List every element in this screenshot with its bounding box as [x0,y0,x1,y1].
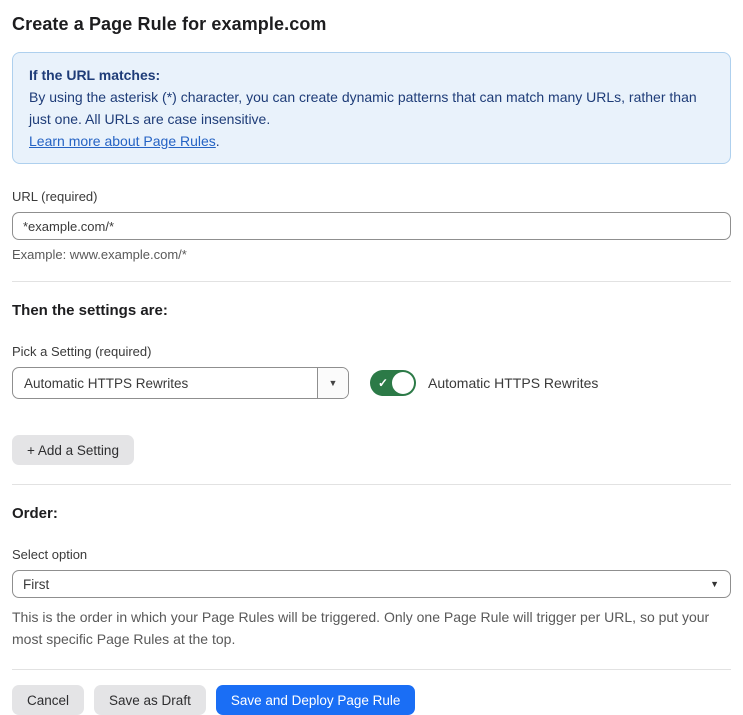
setting-row: Automatic HTTPS Rewrites ▼ ✓ Automatic H… [12,367,731,399]
info-box-body: By using the asterisk (*) character, you… [29,89,697,127]
pick-setting-label: Pick a Setting (required) [12,344,152,359]
url-field-label: URL (required) [12,189,98,204]
setting-dropdown-value: Automatic HTTPS Rewrites [24,375,189,391]
order-helper-text: This is the order in which your Page Rul… [12,609,710,647]
info-box-heading: If the URL matches: [29,67,161,83]
divider [12,669,731,670]
save-and-deploy-button[interactable]: Save and Deploy Page Rule [215,685,416,715]
toggle-label: Automatic HTTPS Rewrites [428,375,599,391]
setting-dropdown[interactable]: Automatic HTTPS Rewrites ▼ [12,367,349,399]
footer-actions: Cancel Save as Draft Save and Deploy Pag… [12,685,731,715]
order-select-value: First [23,576,50,592]
save-as-draft-button[interactable]: Save as Draft [94,685,206,715]
learn-more-link[interactable]: Learn more about Page Rules [29,133,216,149]
https-rewrites-toggle[interactable]: ✓ [370,370,416,396]
order-select-label: Select option [12,547,88,562]
add-setting-button[interactable]: + Add a Setting [12,435,134,465]
divider [12,281,731,282]
chevron-down-icon: ▼ [328,378,338,388]
cancel-button[interactable]: Cancel [12,685,85,715]
chevron-down-icon: ▼ [710,579,719,589]
setting-dropdown-arrow-button[interactable]: ▼ [317,368,348,398]
info-box-link-line: Learn more about Page Rules. [29,130,714,152]
settings-section-heading: Then the settings are: [12,302,168,319]
link-suffix: . [215,133,220,149]
toggle-knob [392,372,414,394]
url-match-info-box: If the URL matches: By using the asteris… [12,52,731,164]
check-icon: ✓ [378,376,389,390]
url-input[interactable] [12,212,731,240]
order-section-heading: Order: [12,505,58,522]
page-title: Create a Page Rule for example.com [12,14,327,34]
url-field-helper: Example: www.example.com/* [12,247,187,262]
divider [12,484,731,485]
toggle-group: ✓ Automatic HTTPS Rewrites [370,370,598,396]
order-select[interactable]: First ▼ [12,570,731,598]
